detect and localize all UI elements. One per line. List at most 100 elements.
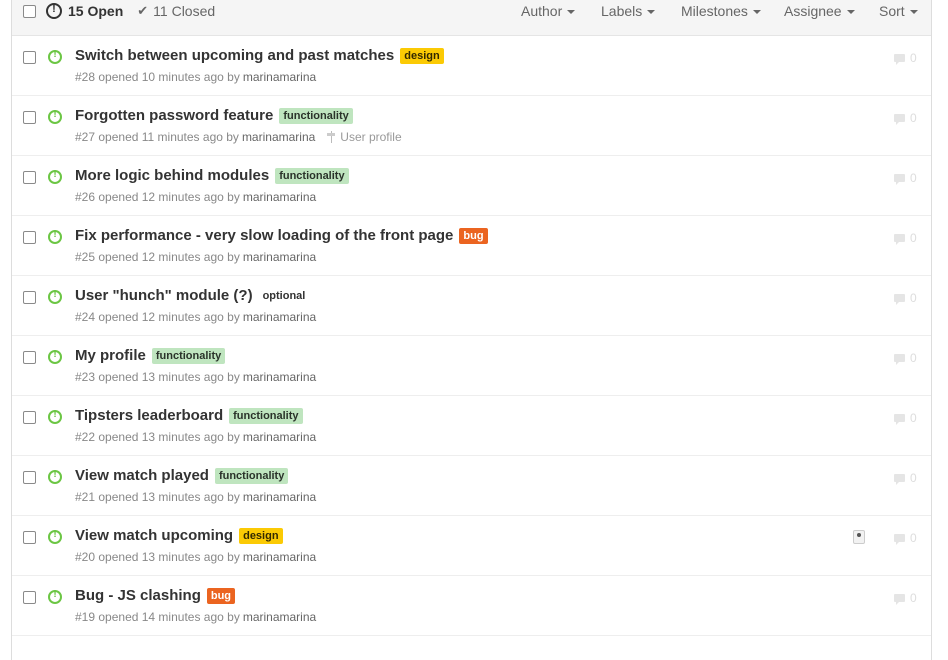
issue-comments-link[interactable]: 0 bbox=[894, 111, 917, 125]
assignee-filter-label: Assignee bbox=[784, 3, 842, 19]
issue-author-link[interactable]: marinamarina bbox=[243, 250, 316, 264]
issue-label[interactable]: bug bbox=[206, 587, 236, 604]
issue-row: View match upcoming design #20 opened 13 m… bbox=[12, 516, 931, 576]
issue-opened-icon bbox=[48, 409, 62, 424]
comment-icon bbox=[894, 174, 905, 185]
issue-comments-link[interactable]: 0 bbox=[894, 531, 917, 545]
issue-title-link[interactable]: View match upcoming bbox=[75, 527, 233, 544]
issue-number: #20 bbox=[75, 550, 96, 564]
issue-label[interactable]: functionality bbox=[229, 407, 303, 424]
issue-label[interactable]: design bbox=[239, 527, 283, 544]
issue-label[interactable]: functionality bbox=[214, 467, 289, 484]
issue-author-link[interactable]: marinamarina bbox=[243, 70, 316, 84]
issue-author-link[interactable]: marinamarina bbox=[243, 610, 316, 624]
issue-comments-link[interactable]: 0 bbox=[894, 351, 917, 365]
issue-title-line: User "hunch" module (?) optional bbox=[75, 287, 310, 304]
issue-checkbox[interactable] bbox=[23, 291, 36, 304]
open-count-label: 15 Open bbox=[68, 3, 124, 19]
milestones-filter[interactable]: Milestones bbox=[681, 3, 761, 19]
issue-title-link[interactable]: Tipsters leaderboard bbox=[75, 407, 223, 424]
issue-checkbox[interactable] bbox=[23, 531, 36, 544]
issue-author-link[interactable]: marinamarina bbox=[243, 490, 316, 504]
issue-author-link[interactable]: marinamarina bbox=[242, 130, 315, 144]
select-all-checkbox[interactable] bbox=[23, 5, 36, 18]
comment-count: 0 bbox=[910, 351, 917, 365]
comment-icon bbox=[894, 234, 905, 245]
assignee-filter[interactable]: Assignee bbox=[784, 3, 855, 19]
issue-title-link[interactable]: User "hunch" module (?) bbox=[75, 287, 253, 304]
issue-label[interactable]: bug bbox=[459, 227, 488, 244]
issue-meta: #19 opened 14 minutes ago by marinamarina bbox=[75, 610, 316, 624]
issue-title-link[interactable]: Fix performance - very slow loading of t… bbox=[75, 227, 453, 244]
issue-comments-link[interactable]: 0 bbox=[894, 171, 917, 185]
comment-count: 0 bbox=[910, 411, 917, 425]
issue-title-link[interactable]: My profile bbox=[75, 347, 146, 364]
issue-meta: #27 opened 11 minutes ago by marinamarina… bbox=[75, 130, 402, 144]
sort-filter[interactable]: Sort bbox=[879, 3, 918, 19]
issue-row: My profile functionality #23 opened 13 min… bbox=[12, 336, 931, 396]
issue-opened-icon bbox=[48, 469, 62, 484]
issue-meta: #24 opened 12 minutes ago by marinamarina bbox=[75, 310, 316, 324]
issue-checkbox[interactable] bbox=[23, 231, 36, 244]
issue-opened-icon bbox=[48, 529, 62, 544]
issue-milestone-link[interactable]: User profile bbox=[327, 130, 402, 144]
issue-number: #23 bbox=[75, 370, 96, 384]
comment-icon bbox=[894, 414, 905, 425]
caret-down-icon bbox=[567, 10, 576, 15]
issue-checkbox[interactable] bbox=[23, 591, 36, 604]
issue-title-link[interactable]: Switch between upcoming and past matches bbox=[75, 47, 394, 64]
issue-author-link[interactable]: marinamarina bbox=[243, 430, 316, 444]
issue-comments-link[interactable]: 0 bbox=[894, 51, 917, 65]
issue-title-line: Fix performance - very slow loading of t… bbox=[75, 227, 488, 244]
issue-comments-link[interactable]: 0 bbox=[894, 291, 917, 305]
issue-title-line: View match upcoming design bbox=[75, 527, 283, 544]
issue-number: #24 bbox=[75, 310, 96, 324]
issue-checkbox[interactable] bbox=[23, 111, 36, 124]
issue-checkbox[interactable] bbox=[23, 351, 36, 364]
labels-filter[interactable]: Labels bbox=[601, 3, 656, 19]
labels-filter-label: Labels bbox=[601, 3, 643, 19]
issue-opened-text: opened 13 minutes ago by bbox=[98, 490, 240, 504]
assignee-avatar[interactable] bbox=[853, 530, 865, 544]
issue-title-link[interactable]: More logic behind modules bbox=[75, 167, 269, 184]
issue-meta: #26 opened 12 minutes ago by marinamarina bbox=[75, 190, 316, 204]
issue-comments-link[interactable]: 0 bbox=[894, 411, 917, 425]
issue-comments-link[interactable]: 0 bbox=[894, 471, 917, 485]
issue-label[interactable]: functionality bbox=[279, 107, 353, 124]
issue-author-link[interactable]: marinamarina bbox=[243, 550, 316, 564]
issue-title-link[interactable]: View match played bbox=[75, 467, 209, 484]
issue-checkbox[interactable] bbox=[23, 471, 36, 484]
issue-author-link[interactable]: marinamarina bbox=[243, 310, 316, 324]
issue-checkbox[interactable] bbox=[23, 171, 36, 184]
issue-title-line: Switch between upcoming and past matches… bbox=[75, 47, 444, 64]
open-issues-tab[interactable]: 15 Open bbox=[46, 3, 123, 19]
issue-checkbox[interactable] bbox=[23, 51, 36, 64]
issue-row: More logic behind modules functionality #2… bbox=[12, 156, 931, 216]
issue-label[interactable]: functionality bbox=[151, 347, 226, 364]
milestones-filter-label: Milestones bbox=[681, 3, 748, 19]
issue-title-link[interactable]: Bug - JS clashing bbox=[75, 587, 201, 604]
issue-title-link[interactable]: Forgotten password feature bbox=[75, 107, 273, 124]
issue-row: View match played functionality #21 opened… bbox=[12, 456, 931, 516]
comment-count: 0 bbox=[910, 51, 917, 65]
comment-count: 0 bbox=[910, 531, 917, 545]
milestone-icon bbox=[327, 131, 336, 143]
issue-comments-link[interactable]: 0 bbox=[894, 231, 917, 245]
issue-opened-icon bbox=[48, 49, 62, 64]
issue-author-link[interactable]: marinamarina bbox=[243, 370, 316, 384]
issue-author-link[interactable]: marinamarina bbox=[243, 190, 316, 204]
caret-down-icon bbox=[846, 10, 855, 15]
issue-label[interactable]: functionality bbox=[275, 167, 349, 184]
issue-label[interactable]: optional bbox=[258, 287, 310, 304]
issue-checkbox[interactable] bbox=[23, 411, 36, 424]
milestone-label: User profile bbox=[340, 130, 402, 144]
author-filter-label: Author bbox=[521, 3, 563, 19]
issue-comments-link[interactable]: 0 bbox=[894, 591, 917, 605]
author-filter[interactable]: Author bbox=[521, 3, 576, 19]
issue-opened-text: opened 11 minutes ago by bbox=[98, 130, 239, 144]
issue-label[interactable]: design bbox=[400, 47, 444, 64]
comment-icon bbox=[894, 354, 905, 365]
issue-title-line: My profile functionality bbox=[75, 347, 226, 364]
closed-issues-tab[interactable]: ✔ 11 Closed bbox=[137, 3, 215, 19]
issue-row: Tipsters leaderboard functionality #22 ope… bbox=[12, 396, 931, 456]
